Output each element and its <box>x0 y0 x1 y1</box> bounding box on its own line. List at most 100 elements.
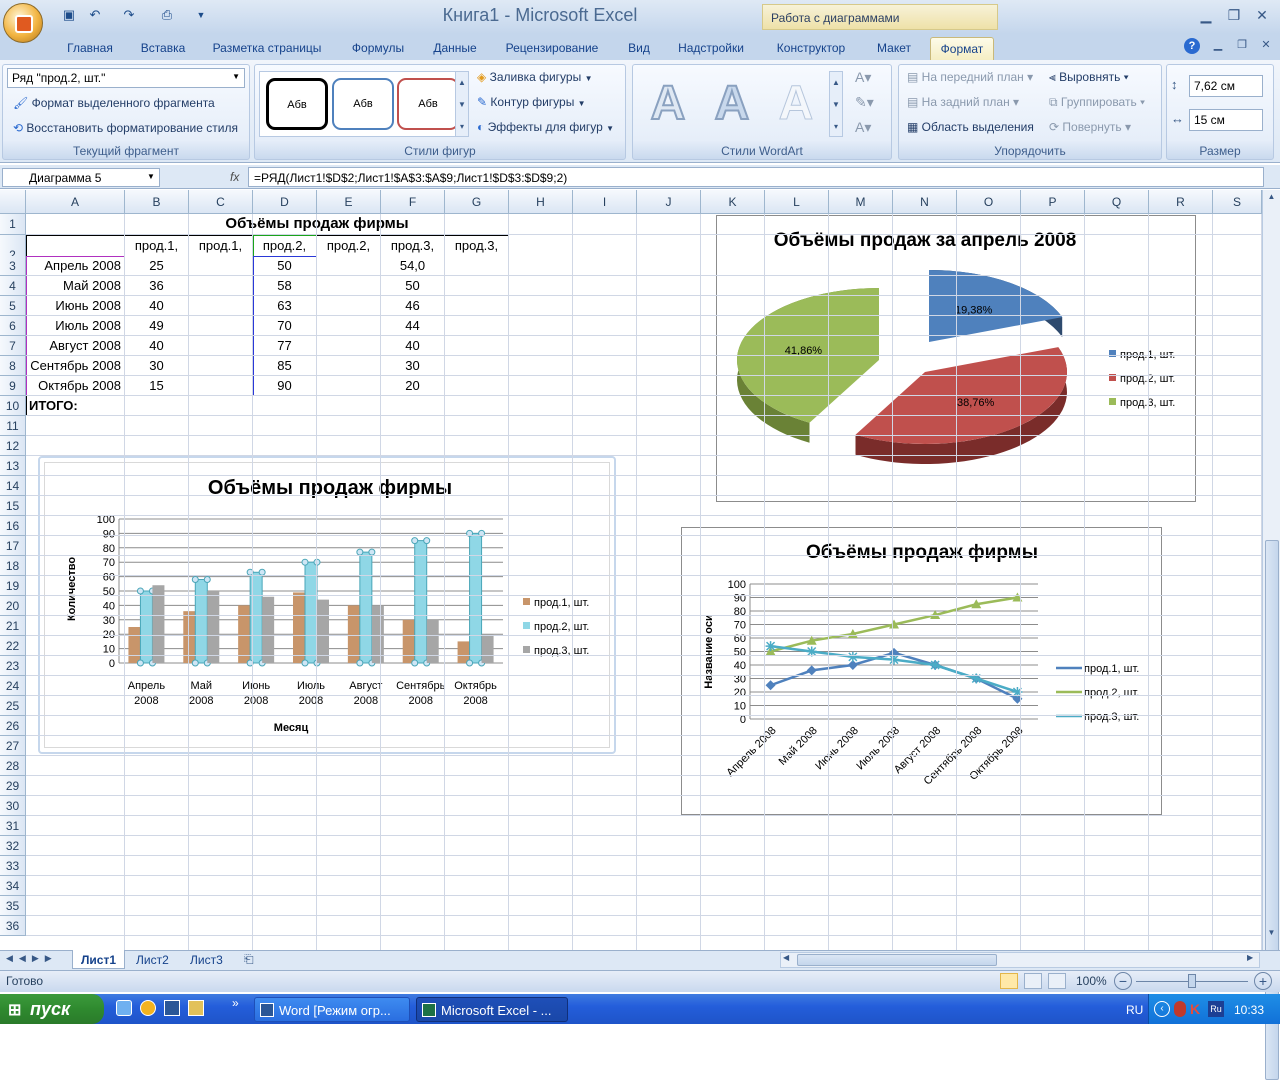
table-cell[interactable]: 40 <box>381 336 445 356</box>
tab-format[interactable]: Формат <box>930 37 994 60</box>
table-cell[interactable] <box>189 336 253 356</box>
row-header[interactable]: 12 <box>0 436 26 456</box>
bring-front-button[interactable]: ▤ На передний план ▾ <box>907 70 1033 84</box>
row-header[interactable]: 33 <box>0 856 26 876</box>
table-cell[interactable] <box>189 276 253 296</box>
row-header[interactable]: 32 <box>0 836 26 856</box>
column-header[interactable]: Q <box>1085 190 1149 214</box>
row-header[interactable]: 9 <box>0 376 26 396</box>
shape-fill-button[interactable]: ◈ Заливка фигуры ▼ <box>477 70 592 84</box>
close-icon[interactable]: ✕ <box>1252 6 1272 24</box>
row-header[interactable]: 15 <box>0 496 26 516</box>
scroll-left-icon[interactable]: ◀ <box>783 953 789 962</box>
table-cell[interactable] <box>189 356 253 376</box>
word-icon[interactable] <box>164 1000 180 1016</box>
tab-view[interactable]: Вид <box>618 37 660 60</box>
column-header[interactable]: D <box>253 190 317 214</box>
table-cell[interactable]: 30 <box>125 356 189 376</box>
row-header[interactable]: 35 <box>0 896 26 916</box>
sheet-nav-icon[interactable]: ◀◀▶▶ <box>6 953 58 964</box>
wordart-style-2[interactable]: A <box>703 75 761 133</box>
row-header[interactable]: 22 <box>0 636 26 656</box>
table-cell[interactable] <box>317 396 381 416</box>
table-cell[interactable]: 25 <box>125 256 189 276</box>
zoom-in-icon[interactable]: + <box>1254 972 1272 990</box>
table-cell[interactable]: 36 <box>125 276 189 296</box>
row-header[interactable]: 27 <box>0 736 26 756</box>
row-header[interactable]: 28 <box>0 756 26 776</box>
table-cell[interactable]: 30 <box>381 356 445 376</box>
shape-style-blue[interactable]: Абв <box>332 78 394 130</box>
ribbon-minimize-icon[interactable]: ▁ <box>1208 36 1228 54</box>
table-cell[interactable] <box>253 396 317 416</box>
table-cell[interactable] <box>381 396 445 416</box>
tab-insert[interactable]: Вставка <box>132 37 194 60</box>
sheet-tab-3[interactable]: Лист3 <box>182 950 231 969</box>
column-header[interactable]: S <box>1213 190 1262 214</box>
table-cell[interactable] <box>445 356 509 376</box>
shape-width-input[interactable]: 15 см <box>1189 109 1263 131</box>
align-button[interactable]: ⫷ Выровнять ▾ <box>1049 70 1129 85</box>
sheet-tab-2[interactable]: Лист2 <box>128 950 177 969</box>
redo-icon[interactable]: ↷ <box>120 6 138 24</box>
hscroll-thumb[interactable] <box>797 954 997 966</box>
row-header[interactable]: 26 <box>0 716 26 736</box>
row-header[interactable]: 3 <box>0 256 26 276</box>
row-header[interactable]: 23 <box>0 656 26 676</box>
restore-icon[interactable]: ❐ <box>1224 6 1244 24</box>
table-cell[interactable] <box>317 296 381 316</box>
table-cell[interactable] <box>317 376 381 396</box>
tab-data[interactable]: Данные <box>424 37 486 60</box>
table-cell[interactable]: 50 <box>381 276 445 296</box>
selection-pane-button[interactable]: ▦ Область выделения <box>907 120 1034 134</box>
rotate-button[interactable]: ⟳ Повернуть ▾ <box>1049 120 1131 134</box>
column-header[interactable]: O <box>957 190 1021 214</box>
keyboard-layout-icon[interactable]: Ru <box>1208 1001 1224 1017</box>
name-box[interactable]: Диаграмма 5 ▼ <box>2 168 160 187</box>
format-selection-button[interactable]: 🖌 Формат выделенного фрагмента <box>13 96 215 110</box>
column-header[interactable]: M <box>829 190 893 214</box>
chart-element-selector[interactable]: Ряд "прод.2, шт." ▼ <box>7 68 245 88</box>
insert-sheet-icon[interactable]: ⎗ <box>244 952 254 967</box>
minimize-icon[interactable]: ▁ <box>1196 6 1216 24</box>
vertical-scrollbar[interactable]: ▲ ▼ <box>1262 190 1280 1080</box>
table-cell[interactable]: 44 <box>381 316 445 336</box>
text-fill-icon[interactable]: A▾ <box>855 69 871 86</box>
page-break-view-icon[interactable] <box>1048 973 1066 989</box>
row-header[interactable]: 31 <box>0 816 26 836</box>
table-cell[interactable]: 46 <box>381 296 445 316</box>
table-cell[interactable] <box>317 276 381 296</box>
column-header[interactable]: C <box>189 190 253 214</box>
row-header[interactable]: 17 <box>0 536 26 556</box>
tab-layout[interactable]: Макет <box>866 37 922 60</box>
table-cell[interactable] <box>445 316 509 336</box>
wordart-style-3[interactable]: A <box>767 75 825 133</box>
column-header[interactable]: E <box>317 190 381 214</box>
table-cell[interactable] <box>445 336 509 356</box>
row-header[interactable]: 8 <box>0 356 26 376</box>
table-cell[interactable]: 40 <box>125 336 189 356</box>
column-header[interactable]: R <box>1149 190 1213 214</box>
total-label[interactable]: ИТОГО: <box>26 396 125 416</box>
normal-view-icon[interactable] <box>1000 973 1018 989</box>
qat-customize-icon[interactable]: ▼ <box>192 6 210 24</box>
scroll-right-icon[interactable]: ▶ <box>1247 953 1253 962</box>
row-header[interactable]: 6 <box>0 316 26 336</box>
ribbon-close-icon[interactable]: ✕ <box>1256 36 1276 54</box>
row-header[interactable]: 10 <box>0 396 26 416</box>
row-header[interactable]: 18 <box>0 556 26 576</box>
save-icon[interactable]: ▣ <box>60 6 78 24</box>
group-button[interactable]: ⧉ Группировать ▾ <box>1049 95 1145 110</box>
row-header[interactable]: 24 <box>0 676 26 696</box>
column-header[interactable]: L <box>765 190 829 214</box>
table-cell[interactable] <box>317 256 381 276</box>
column-header[interactable]: F <box>381 190 445 214</box>
row-header[interactable]: 20 <box>0 596 26 616</box>
column-header[interactable]: N <box>893 190 957 214</box>
row-header[interactable]: 4 <box>0 276 26 296</box>
row-header[interactable]: 11 <box>0 416 26 436</box>
shape-effects-button[interactable]: ◐ Эффекты для фигур ▼ <box>477 120 614 134</box>
row-header[interactable]: 14 <box>0 476 26 496</box>
send-back-button[interactable]: ▤ На задний план ▾ <box>907 95 1019 109</box>
table-cell[interactable] <box>189 296 253 316</box>
